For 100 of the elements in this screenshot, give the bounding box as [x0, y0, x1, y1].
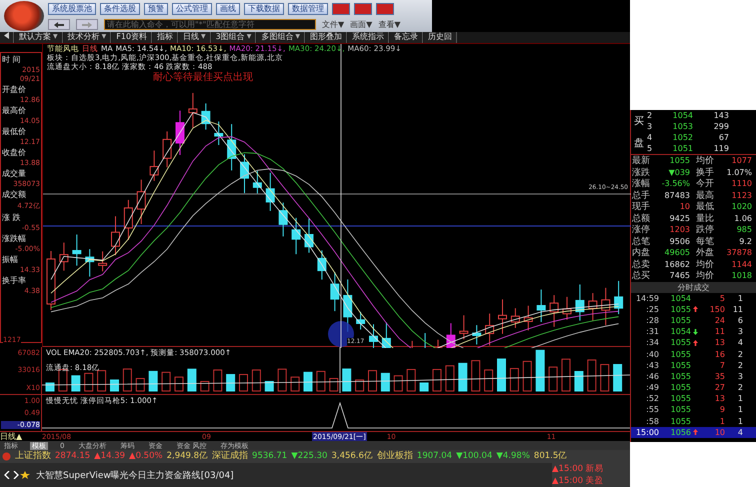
- info-label: 最低价: [2, 126, 27, 137]
- quote-value: 1.06: [733, 214, 752, 223]
- view-tab[interactable]: F10资料: [112, 32, 152, 43]
- toolbar-button[interactable]: 公式管理: [172, 3, 212, 15]
- quote-value: 1144: [730, 260, 752, 269]
- bid-volume: 299: [712, 122, 729, 131]
- trade-time: :28: [645, 316, 659, 325]
- trade-row[interactable]: :40 1055 16 2: [631, 348, 756, 360]
- index-name: 创业板指: [376, 451, 413, 462]
- index-change: ▼100.04: [456, 451, 492, 462]
- trade-volume: 24: [714, 316, 725, 325]
- candlestick: [188, 92, 198, 128]
- trade-row[interactable]: :43 1055 7 2: [631, 360, 756, 371]
- quote-label: 现手: [632, 200, 651, 214]
- trade-time: 15:00: [634, 428, 659, 437]
- trade-price: 1055: [670, 360, 691, 370]
- quote-label: 最高: [696, 190, 715, 202]
- index-name: 深证成指: [212, 451, 248, 462]
- toolbar-button[interactable]: 画线: [216, 3, 240, 15]
- back-arrow-icon: [54, 22, 64, 28]
- quote-value: 1020: [730, 202, 752, 212]
- trade-row[interactable]: :31 1054 11 3: [631, 326, 756, 338]
- side-label: 买: [633, 115, 645, 128]
- trade-row[interactable]: 14:59 1054 5 1: [631, 292, 756, 304]
- news-headline[interactable]: 大智慧SuperView曝光今日主力资金路线[03/04]: [36, 468, 234, 482]
- quote-value: 985: [736, 225, 752, 234]
- trade-volume: 11: [714, 327, 725, 336]
- view-tab[interactable]: 备忘录: [390, 32, 423, 43]
- trade-price: 1055: [670, 316, 691, 325]
- candlestick: [150, 150, 159, 182]
- candlestick: [46, 250, 56, 310]
- volume-bar: [122, 368, 132, 392]
- index-change: ▲14.39: [94, 451, 126, 462]
- trade-row[interactable]: :34 1055 13 4: [631, 337, 756, 348]
- level-number: 5: [647, 144, 654, 153]
- index-amount: 3,456.6亿: [331, 451, 373, 462]
- trade-price: 1055: [670, 350, 691, 359]
- trade-row[interactable]: :46 1055 35 3: [631, 370, 756, 382]
- toolbar-button[interactable]: 预警: [144, 3, 168, 15]
- toolbar-button[interactable]: 条件选股: [100, 3, 140, 15]
- trade-price: 1054: [670, 327, 691, 336]
- view-tab[interactable]: 图形叠加: [306, 32, 347, 43]
- candlestick: [72, 234, 82, 266]
- trade-volume: 7: [718, 360, 725, 370]
- trade-row[interactable]: :52 1055 13 1: [631, 393, 756, 404]
- app-logo[interactable]: [4, 1, 44, 31]
- trade-row[interactable]: :55 1055 9 1: [631, 404, 756, 416]
- nav-arrows-icon[interactable]: [4, 471, 30, 479]
- trade-volume: 5: [718, 294, 725, 303]
- menu-item[interactable]: 文件▼: [322, 19, 344, 30]
- candlestick: [472, 324, 482, 345]
- quote-value: 87483: [664, 190, 690, 200]
- candlestick: [124, 199, 133, 240]
- menu-item[interactable]: 查看▼: [378, 19, 400, 30]
- volume-bar: [510, 368, 519, 392]
- trade-price: 1055: [670, 338, 691, 348]
- view-tab[interactable]: 历史回: [424, 32, 457, 43]
- candlestick: [266, 172, 275, 212]
- quote-label: 均价: [696, 270, 715, 282]
- period-selector[interactable]: 日线▲: [0, 431, 42, 442]
- trade-row[interactable]: :58 1055 1 1: [631, 416, 756, 427]
- toolbar-button[interactable]: 下载数据: [244, 3, 284, 15]
- quote-label: 最低: [696, 200, 715, 214]
- command-input[interactable]: 请在此输入命令，可以用"*"匹配任意字符: [104, 19, 316, 30]
- info-label: 涨 跌: [2, 212, 22, 223]
- quote-value: 16862: [664, 260, 690, 269]
- candlestick: [510, 308, 520, 328]
- trade-count: 2: [736, 383, 743, 392]
- trade-price: 1055: [670, 394, 691, 404]
- back-button[interactable]: [48, 19, 70, 30]
- volume-bar: [574, 371, 584, 392]
- level-number: 4: [647, 133, 654, 142]
- menu-item[interactable]: 画面▼: [350, 19, 372, 30]
- index-value: 9536.71: [252, 451, 288, 462]
- toolbar-button[interactable]: 数据管理: [288, 3, 328, 15]
- trade-row[interactable]: :28 1055 24 6: [631, 314, 756, 326]
- left-triangle-icon: [4, 32, 9, 39]
- trade-row[interactable]: :49 1055 27 2: [631, 382, 756, 394]
- view-tab[interactable]: 系统指示: [348, 32, 389, 43]
- candlestick: [85, 248, 94, 278]
- trade-price: 1055: [670, 304, 691, 314]
- toolbar-button[interactable]: 系统股票池: [48, 3, 96, 15]
- candlestick: [304, 218, 314, 254]
- candlestick: [485, 313, 494, 346]
- candlestick: [98, 250, 108, 272]
- scroll-left-button[interactable]: [0, 32, 14, 43]
- trade-row[interactable]: 15:00 1056 10 4: [631, 426, 756, 438]
- trades-title: 分时成交: [676, 282, 710, 292]
- info-label: 开盘价: [2, 84, 27, 95]
- trade-count: 4: [736, 338, 743, 348]
- quote-label: 总手: [632, 190, 651, 202]
- trade-volume: 10: [714, 428, 725, 437]
- trade-row[interactable]: :25 1055 150 11: [631, 304, 756, 315]
- trade-volume: 16: [714, 350, 725, 359]
- quote-value: 1077: [730, 156, 752, 166]
- volume-bar: [562, 358, 570, 392]
- volume-bar: [600, 364, 610, 392]
- trade-price: 1055: [670, 416, 691, 426]
- view-tab[interactable]: 指标: [153, 32, 178, 43]
- quote-value: 49605: [664, 248, 690, 258]
